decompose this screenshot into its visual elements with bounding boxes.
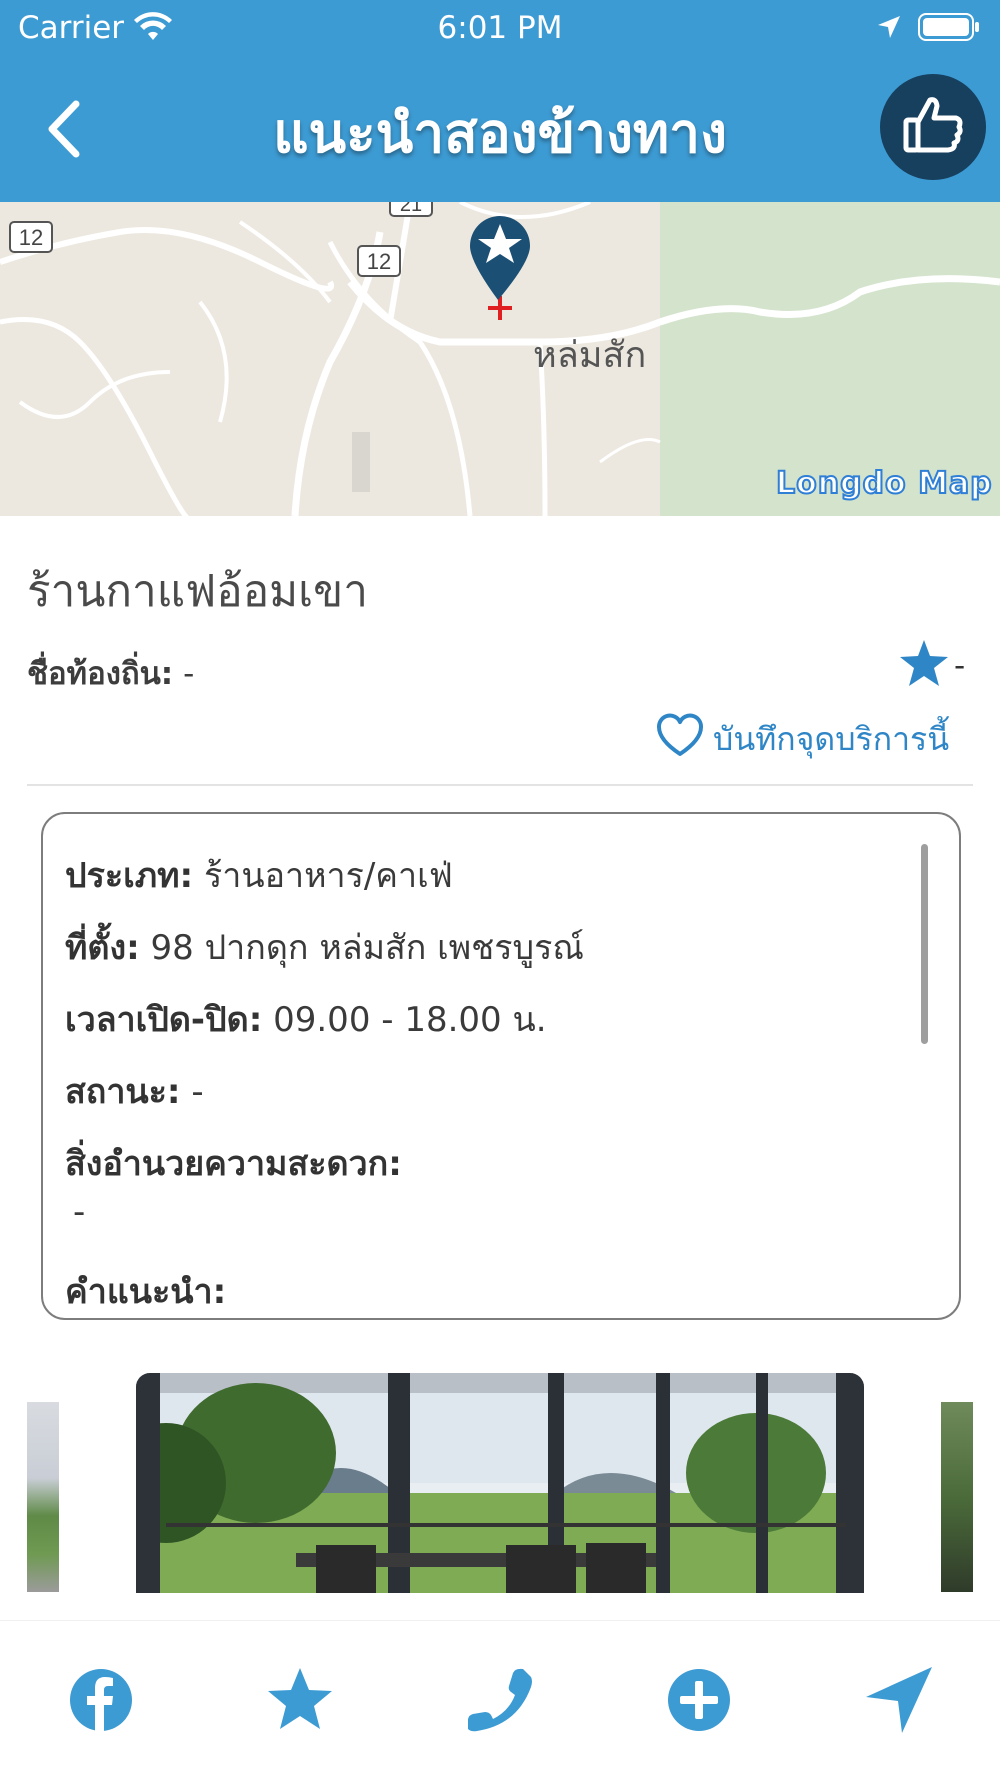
like-button[interactable] bbox=[880, 74, 986, 180]
current-position-marker bbox=[488, 296, 512, 320]
place-title: ร้านกาแฟอ้อมเขา bbox=[27, 566, 368, 617]
navigate-button[interactable] bbox=[864, 1665, 934, 1735]
status-label: สถานะ: bbox=[65, 1072, 181, 1112]
svg-text:12: 12 bbox=[19, 225, 43, 250]
road-shield: 21 bbox=[389, 202, 433, 217]
location-row: ที่ตั้ง: 98 ปากดุก หล่มสัก เพชรบูรณ์ bbox=[65, 920, 584, 974]
favorite-button[interactable] bbox=[265, 1665, 335, 1735]
longdo-map-logo: Longdo Map bbox=[775, 465, 993, 502]
rating-value: - bbox=[954, 648, 966, 684]
page-title: แนะนำสองข้างทาง bbox=[273, 101, 727, 165]
photo-thumbnail-previous[interactable] bbox=[27, 1402, 59, 1592]
type-value: ร้านอาหาร/คาเฟ่ bbox=[203, 856, 453, 896]
scrollbar[interactable] bbox=[921, 844, 928, 1044]
facilities-label: สิ่งอำนวยความสะดวก: bbox=[65, 1144, 402, 1184]
heart-outline-icon bbox=[655, 712, 705, 756]
location-value: 98 ปากดุก หล่มสัก เพชรบูรณ์ bbox=[150, 928, 584, 968]
add-button[interactable] bbox=[664, 1665, 734, 1735]
photo-thumbnail-next[interactable] bbox=[941, 1402, 973, 1592]
local-name-value: - bbox=[183, 656, 195, 692]
svg-text:12: 12 bbox=[367, 249, 391, 274]
advice-row: คำแนะนำ: bbox=[65, 1264, 226, 1318]
hours-row: เวลาเปิด-ปิด: 09.00 - 18.00 น. bbox=[65, 992, 547, 1046]
road-shield: 12 bbox=[9, 221, 53, 253]
phone-icon bbox=[468, 1668, 532, 1732]
svg-text:21: 21 bbox=[400, 202, 422, 216]
star-rating-icon bbox=[898, 638, 950, 692]
local-name-label: ชื่อท้องถิ่น: bbox=[27, 656, 174, 692]
place-pin-icon[interactable] bbox=[470, 216, 530, 300]
local-name-row: ชื่อท้องถิ่น: - bbox=[27, 648, 194, 698]
divider bbox=[27, 784, 973, 786]
type-label: ประเภท: bbox=[65, 856, 194, 896]
clock: 6:01 PM bbox=[437, 10, 563, 46]
plus-circle-icon bbox=[668, 1669, 730, 1731]
location-label: ที่ตั้ง: bbox=[65, 928, 140, 968]
photo-main[interactable] bbox=[136, 1373, 864, 1593]
battery-icon bbox=[918, 12, 980, 46]
facebook-icon bbox=[70, 1669, 132, 1731]
navigate-icon bbox=[866, 1667, 932, 1733]
bottom-toolbar bbox=[0, 1620, 1000, 1779]
map-view[interactable]: 12 12 21 หล่มสัก Longdo Map bbox=[0, 202, 1000, 516]
star-icon bbox=[268, 1668, 332, 1729]
details-scroll-box[interactable]: ประเภท: ร้านอาหาร/คาเฟ่ ที่ตั้ง: 98 ปากด… bbox=[41, 812, 961, 1320]
cafe-photo bbox=[136, 1373, 864, 1593]
advice-label: คำแนะนำ: bbox=[65, 1272, 227, 1312]
road-shield: 12 bbox=[357, 245, 401, 277]
hours-label: เวลาเปิด-ปิด: bbox=[65, 1000, 263, 1040]
navigation-bar: แนะนำสองข้างทาง bbox=[0, 56, 1000, 202]
facebook-share-button[interactable] bbox=[66, 1665, 136, 1735]
status-value: - bbox=[191, 1072, 204, 1112]
save-place-label: บันทึกจุดบริการนี้ bbox=[713, 720, 950, 758]
call-button[interactable] bbox=[465, 1665, 535, 1735]
hours-value: 09.00 - 18.00 น. bbox=[273, 1000, 547, 1040]
location-arrow-icon bbox=[876, 14, 902, 44]
facilities-row: สิ่งอำนวยความสะดวก: bbox=[65, 1136, 402, 1190]
status-bar: Carrier 6:01 PM bbox=[0, 0, 1000, 56]
thumbs-up-icon bbox=[903, 97, 963, 153]
facilities-value: - bbox=[73, 1192, 86, 1232]
type-row: ประเภท: ร้านอาหาร/คาเฟ่ bbox=[65, 848, 453, 902]
status-row: สถานะ: - bbox=[65, 1064, 204, 1118]
map-place-label: หล่มสัก bbox=[533, 335, 647, 376]
